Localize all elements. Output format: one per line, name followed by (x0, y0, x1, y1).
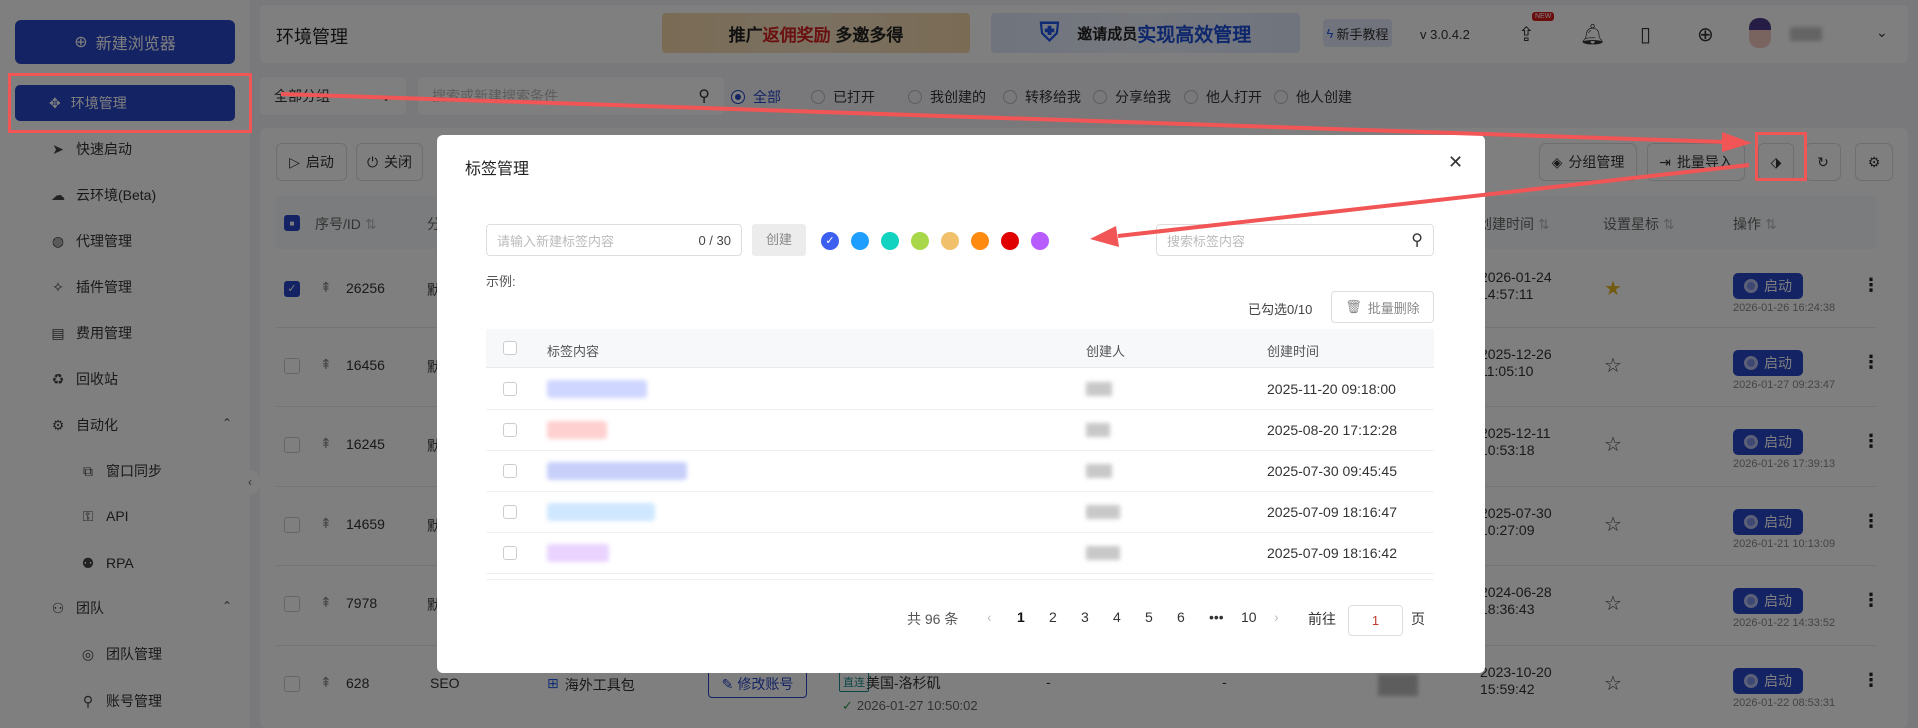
annotation-arrows (280, 92, 1752, 247)
arrow-line (1117, 163, 1750, 238)
arrow-head (1722, 132, 1752, 152)
arrow-head (1090, 226, 1119, 247)
arrow-line (280, 92, 1726, 144)
